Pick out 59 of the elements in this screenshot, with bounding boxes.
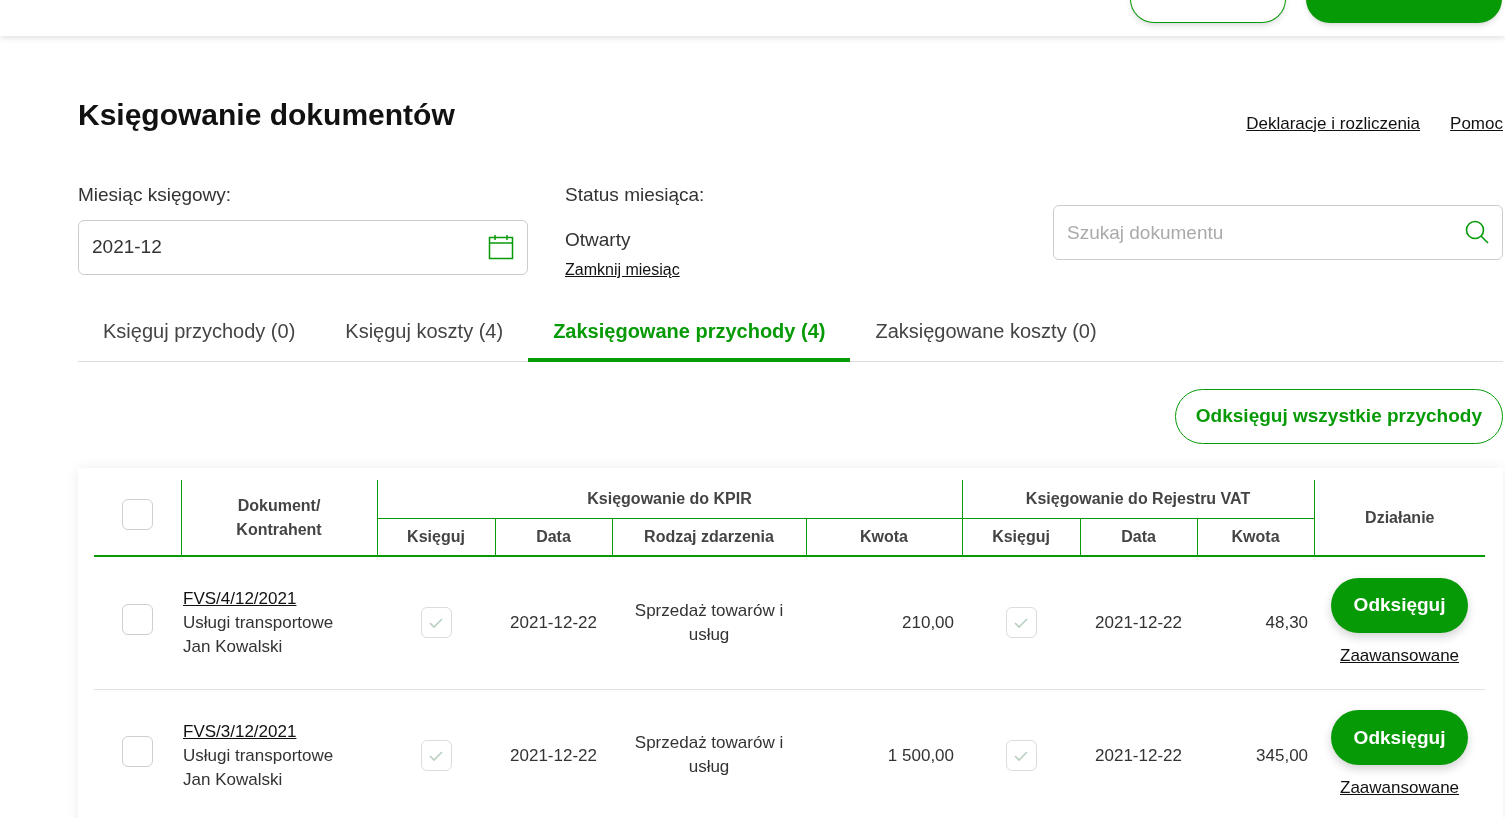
table-cell: 345,00	[1256, 745, 1309, 765]
status-label: Status miesiąca:	[565, 183, 706, 207]
unpost-button[interactable]: Odksięguj	[1330, 577, 1469, 633]
calendar-icon	[488, 234, 514, 260]
table-cell: 210,00	[902, 613, 955, 632]
checkmark-icon	[428, 616, 444, 629]
column-group-header: Księgowanie do Rejestru VAT	[1025, 489, 1251, 507]
column-header: Księguj	[407, 527, 465, 545]
checkmark-icon	[428, 749, 444, 762]
document-description: Usługi transportowe	[183, 611, 335, 634]
header-link[interactable]: Deklaracje i rozliczenia	[1246, 110, 1421, 136]
month-label: Miesiąc księgowy:	[78, 183, 233, 207]
close-month-link[interactable]: Zamknij miesiąc	[565, 258, 680, 282]
column-group-header: Księgowanie do KPIR	[587, 489, 752, 507]
checkbox[interactable]	[420, 607, 452, 639]
tab[interactable]: Zaksięgowane koszty (0)	[850, 316, 1122, 362]
unpost-all-button[interactable]: Odksięguj wszystkie przychody	[1174, 389, 1503, 444]
table-cell: 2021-12-22	[510, 745, 597, 765]
status-value: Otwarty	[565, 227, 632, 252]
header-link[interactable]: Pomoc	[1450, 110, 1503, 136]
tab[interactable]: Księguj koszty (4)	[320, 316, 529, 362]
column-header: Dokument/ Kontrahent	[235, 495, 323, 540]
contractor-name: Jan Kowalski	[183, 768, 284, 791]
table-cell-text: Sprzedaż towarów i usług	[633, 732, 785, 779]
table-cell-text: Sprzedaż towarów i usług	[633, 599, 785, 646]
column-header: Kwota	[1231, 527, 1280, 545]
unpost-button[interactable]: Odksięguj	[1330, 710, 1469, 766]
table-cell: 1 500,00	[887, 745, 955, 765]
checkbox[interactable]	[1005, 740, 1037, 771]
checkbox[interactable]	[1005, 607, 1037, 639]
document-link[interactable]: FVS/4/12/2021	[183, 586, 297, 611]
page-title: Księgowanie dokumentów	[78, 97, 455, 133]
tab[interactable]: Księguj przychody (0)	[78, 316, 321, 362]
table-cell: 2021-12-22	[1095, 613, 1182, 632]
checkmark-icon	[1013, 616, 1030, 629]
column-header: Rodzaj zdarzenia	[644, 527, 774, 545]
column-header: Data	[536, 527, 571, 545]
search-icon[interactable]	[1464, 219, 1490, 245]
checkmark-icon	[1013, 749, 1030, 762]
document-description: Usługi transportowe	[183, 744, 335, 767]
column-header: Działanie	[1365, 508, 1435, 526]
checkbox[interactable]	[420, 740, 452, 771]
checkbox[interactable]	[121, 498, 153, 530]
checkbox[interactable]	[122, 603, 153, 635]
advanced-link[interactable]: Zaawansowane	[1340, 775, 1460, 801]
month-value: 2021-12	[92, 234, 162, 259]
table-cell: 2021-12-22	[1095, 745, 1182, 765]
tab[interactable]: Zaksięgowane przychody (4)	[528, 316, 851, 362]
column-header: Data	[1121, 527, 1156, 545]
column-header: Kwota	[860, 527, 908, 545]
search-field[interactable]: Szukaj dokumentu	[1053, 205, 1503, 260]
column-header: Księguj	[992, 527, 1050, 545]
table-cell: 48,30	[1265, 613, 1309, 632]
contractor-name: Jan Kowalski	[183, 635, 284, 658]
month-field[interactable]: 2021-12	[78, 219, 528, 275]
table-cell: 2021-12-22	[510, 613, 597, 632]
checkbox[interactable]	[122, 736, 153, 768]
document-link[interactable]: FVS/3/12/2021	[183, 719, 297, 744]
advanced-link[interactable]: Zaawansowane	[1340, 642, 1460, 668]
